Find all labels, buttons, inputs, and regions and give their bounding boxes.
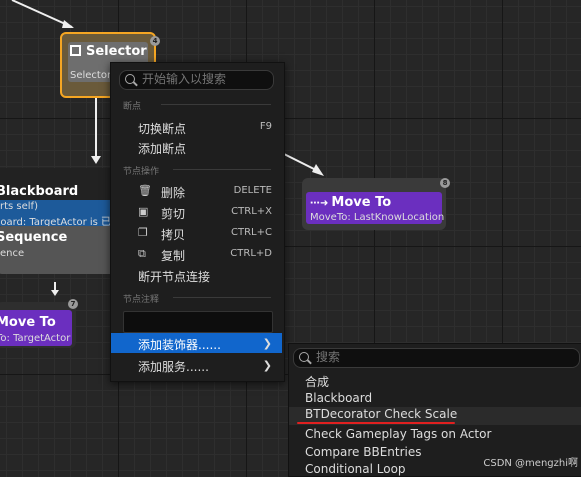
menu-item-delete[interactable]: 🗑 删除 DELETE	[111, 181, 282, 201]
node-comment-field[interactable]	[123, 311, 273, 333]
menu-item-shortcut: CTRL+C	[231, 227, 272, 238]
menu-item-toggle-breakpoint[interactable]: 切换断点 F9	[111, 117, 282, 137]
menu-item-shortcut: F9	[259, 121, 272, 132]
section-node-comment: 节点注释	[123, 292, 271, 305]
move-to-left-subtitle: To: TargetActor	[0, 333, 71, 344]
menu-item-label: 剪切	[161, 207, 186, 221]
section-breakpoints: 断点	[123, 99, 271, 112]
section-node-actions-label: 节点操作	[123, 167, 160, 177]
menu-item-label: 添加装饰器......	[138, 338, 221, 352]
context-search-input[interactable]	[142, 72, 262, 86]
menu-item-copy[interactable]: ❐ 拷贝 CTRL+C	[111, 223, 282, 243]
sequence-node[interactable]: Sequence ence	[0, 226, 116, 274]
move-to-node-right[interactable]: ⋯➜ Move To MoveTo: LastKnowLocation 8	[302, 178, 450, 230]
section-node-actions: 节点操作	[123, 164, 271, 177]
sequence-node-title: Sequence	[0, 230, 68, 245]
move-to-node-left[interactable]: Move To To: TargetActor 7	[0, 299, 78, 348]
move-arrow-icon: ⋯➜	[310, 198, 329, 209]
context-search-box[interactable]	[119, 70, 274, 90]
blackboard-node-line1: rts self)	[0, 201, 38, 212]
section-breakpoints-label: 断点	[123, 102, 142, 112]
submenu-search-input[interactable]	[316, 350, 436, 364]
watermark: CSDN @mengzhi啊	[483, 458, 578, 469]
trash-icon: 🗑	[138, 184, 152, 197]
move-to-right-badge: 8	[440, 178, 450, 188]
menu-item-label: 断开节点连接	[138, 270, 211, 284]
divider	[173, 169, 271, 170]
chevron-right-icon: ❯	[262, 337, 272, 350]
chevron-right-icon: ❯	[262, 359, 272, 372]
menu-item-label: 添加服务......	[138, 360, 209, 374]
menu-item-label: 删除	[161, 186, 186, 200]
selector-node-badge: 4	[150, 36, 160, 46]
submenu-item-conditional-loop[interactable]: Conditional Loop	[305, 462, 406, 476]
menu-item-shortcut: CTRL+X	[231, 206, 272, 217]
duplicate-icon: ⧉	[138, 247, 146, 260]
selector-node-header: Selector	[70, 44, 147, 59]
context-menu: 断点 切换断点 F9 添加断点 节点操作 🗑 删除 DELETE ▣ 剪切 CT…	[110, 62, 285, 382]
annotation-underline	[297, 422, 455, 424]
submenu-item-label: BTDecorator Check Scale	[305, 407, 458, 421]
move-to-right-header: ⋯➜ Move To	[310, 195, 391, 210]
move-to-left-title: Move To	[0, 315, 56, 330]
menu-item-label: 拷贝	[161, 228, 186, 242]
divider	[161, 104, 271, 105]
selector-node-subtitle: Selector	[70, 70, 112, 81]
menu-item-shortcut: DELETE	[233, 185, 272, 196]
menu-item-label: 切换断点	[138, 122, 187, 136]
menu-item-add-decorator[interactable]: 添加装饰器...... ❯	[111, 333, 282, 353]
divider	[173, 297, 271, 298]
menu-item-duplicate[interactable]: ⧉ 复制 CTRL+D	[111, 244, 282, 264]
sequence-node-subtitle: ence	[0, 248, 25, 259]
submenu-item-blackboard[interactable]: Blackboard	[305, 391, 372, 405]
menu-item-add-breakpoint[interactable]: 添加断点	[111, 137, 282, 157]
blackboard-decorator-node[interactable]: Blackboard Based rts self) board: Target…	[0, 168, 116, 228]
submenu-item-compare-bbentries[interactable]: Compare BBEntries	[305, 445, 422, 459]
menu-item-add-service[interactable]: 添加服务...... ❯	[111, 355, 282, 375]
menu-item-label: 添加断点	[138, 142, 187, 156]
selector-node-title: Selector	[86, 44, 147, 59]
menu-item-shortcut: CTRL+D	[230, 248, 272, 259]
submenu-item-check-gameplay-tags[interactable]: Check Gameplay Tags on Actor	[305, 427, 491, 441]
section-node-comment-label: 节点注释	[123, 295, 160, 305]
selector-icon	[70, 45, 81, 56]
submenu-search-box[interactable]	[293, 348, 580, 368]
move-to-right-subtitle: MoveTo: LastKnowLocation	[310, 212, 445, 223]
submenu-item-composite[interactable]: 合成	[305, 373, 329, 390]
move-to-right-title: Move To	[331, 195, 392, 210]
cut-icon: ▣	[138, 205, 149, 218]
search-icon	[125, 74, 135, 84]
copy-icon: ❐	[138, 226, 148, 239]
search-icon	[299, 352, 309, 362]
menu-item-label: 复制	[161, 249, 186, 263]
menu-item-cut[interactable]: ▣ 剪切 CTRL+X	[111, 202, 282, 222]
menu-item-break-links[interactable]: 断开节点连接	[111, 265, 282, 285]
move-to-left-badge: 7	[68, 299, 78, 309]
